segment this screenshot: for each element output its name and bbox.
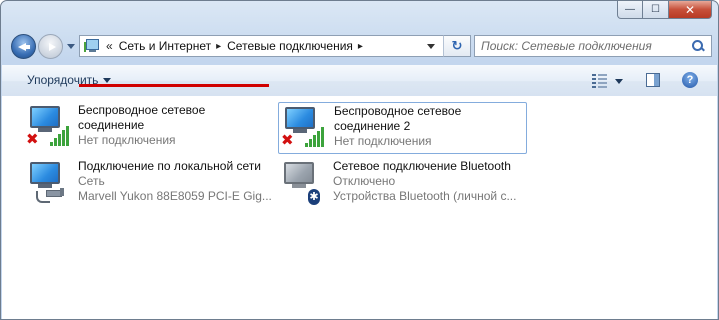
address-bar[interactable]: « Сеть и Интернет ▸ Сетевые подключения …	[79, 35, 470, 57]
close-button[interactable]: ✕	[669, 1, 712, 19]
connection-name: Беспроводное сетевое	[334, 104, 462, 118]
back-button[interactable]	[11, 34, 36, 59]
breadcrumb-overflow[interactable]: «	[106, 39, 113, 53]
forward-button[interactable]	[38, 34, 63, 59]
bluetooth-network-icon: ✱	[280, 160, 330, 208]
help-icon[interactable]: ?	[682, 72, 698, 88]
connection-name-cont: соединение	[78, 118, 145, 132]
connection-status: Сеть	[78, 174, 105, 188]
connection-device: Marvell Yukon 88E8059 PCI-E Gig...	[78, 189, 272, 203]
bluetooth-icon: ✱	[308, 189, 320, 205]
connection-item-bluetooth[interactable]: ✱ Сетевое подключение Bluetooth Отключен…	[278, 158, 528, 210]
connection-status: Нет подключения	[334, 134, 432, 148]
connection-item-wireless[interactable]: ✖ Беспроводное сетевое соединение Нет по…	[24, 102, 274, 154]
breadcrumb-network-connections[interactable]: Сетевые подключения	[227, 39, 353, 53]
chevron-down-icon	[103, 78, 112, 84]
change-view-icon[interactable]	[592, 74, 608, 88]
view-options-dropdown[interactable]	[615, 79, 623, 84]
connection-name-cont: соединение 2	[334, 119, 411, 133]
minimize-button[interactable]: —	[617, 1, 643, 19]
error-icon: ✖	[26, 131, 39, 148]
connection-name: Беспроводное сетевое	[78, 103, 206, 117]
annotation-underline	[79, 84, 269, 87]
refresh-button[interactable]: ↻	[443, 35, 471, 57]
recent-pages-dropdown[interactable]	[67, 44, 75, 49]
connection-status: Отключено	[333, 174, 396, 188]
connection-item-lan[interactable]: Подключение по локальной сети Сеть Marve…	[24, 158, 274, 210]
connection-item-wireless-2[interactable]: ✖ Беспроводное сетевое соединение 2 Нет …	[278, 102, 527, 154]
error-icon: ✖	[281, 132, 294, 149]
explorer-window: — ☐ ✕ « Сеть и Интернет ▸ Сетевые подклю…	[0, 0, 719, 320]
refresh-icon: ↻	[451, 38, 463, 53]
breadcrumb-network-and-internet[interactable]: Сеть и Интернет	[119, 39, 211, 53]
connection-name: Сетевое подключение Bluetooth	[333, 159, 511, 173]
wired-network-icon	[26, 160, 76, 208]
breadcrumb-separator[interactable]: ▸	[216, 41, 221, 52]
breadcrumb-separator[interactable]: ▸	[358, 41, 363, 52]
navigation-row: « Сеть и Интернет ▸ Сетевые подключения …	[9, 32, 712, 62]
wireless-network-icon: ✖	[26, 104, 76, 152]
network-folder-icon	[84, 38, 100, 54]
search-input[interactable]: Поиск: Сетевые подключения	[481, 39, 691, 53]
search-box[interactable]: Поиск: Сетевые подключения	[474, 35, 712, 57]
connection-device: Устройства Bluetooth (личной с...	[333, 189, 517, 203]
wireless-network-icon: ✖	[281, 105, 331, 153]
connection-status: Нет подключения	[78, 133, 176, 147]
maximize-button[interactable]: ☐	[643, 1, 669, 19]
caption-buttons: — ☐ ✕	[617, 1, 712, 19]
connections-list: ✖ Беспроводное сетевое соединение Нет по…	[2, 96, 717, 319]
search-icon[interactable]	[691, 39, 705, 53]
address-history-dropdown[interactable]	[427, 44, 435, 49]
command-bar: Упорядочить ?	[2, 65, 717, 97]
preview-pane-icon[interactable]	[646, 73, 660, 87]
connection-name: Подключение по локальной сети	[78, 159, 261, 173]
